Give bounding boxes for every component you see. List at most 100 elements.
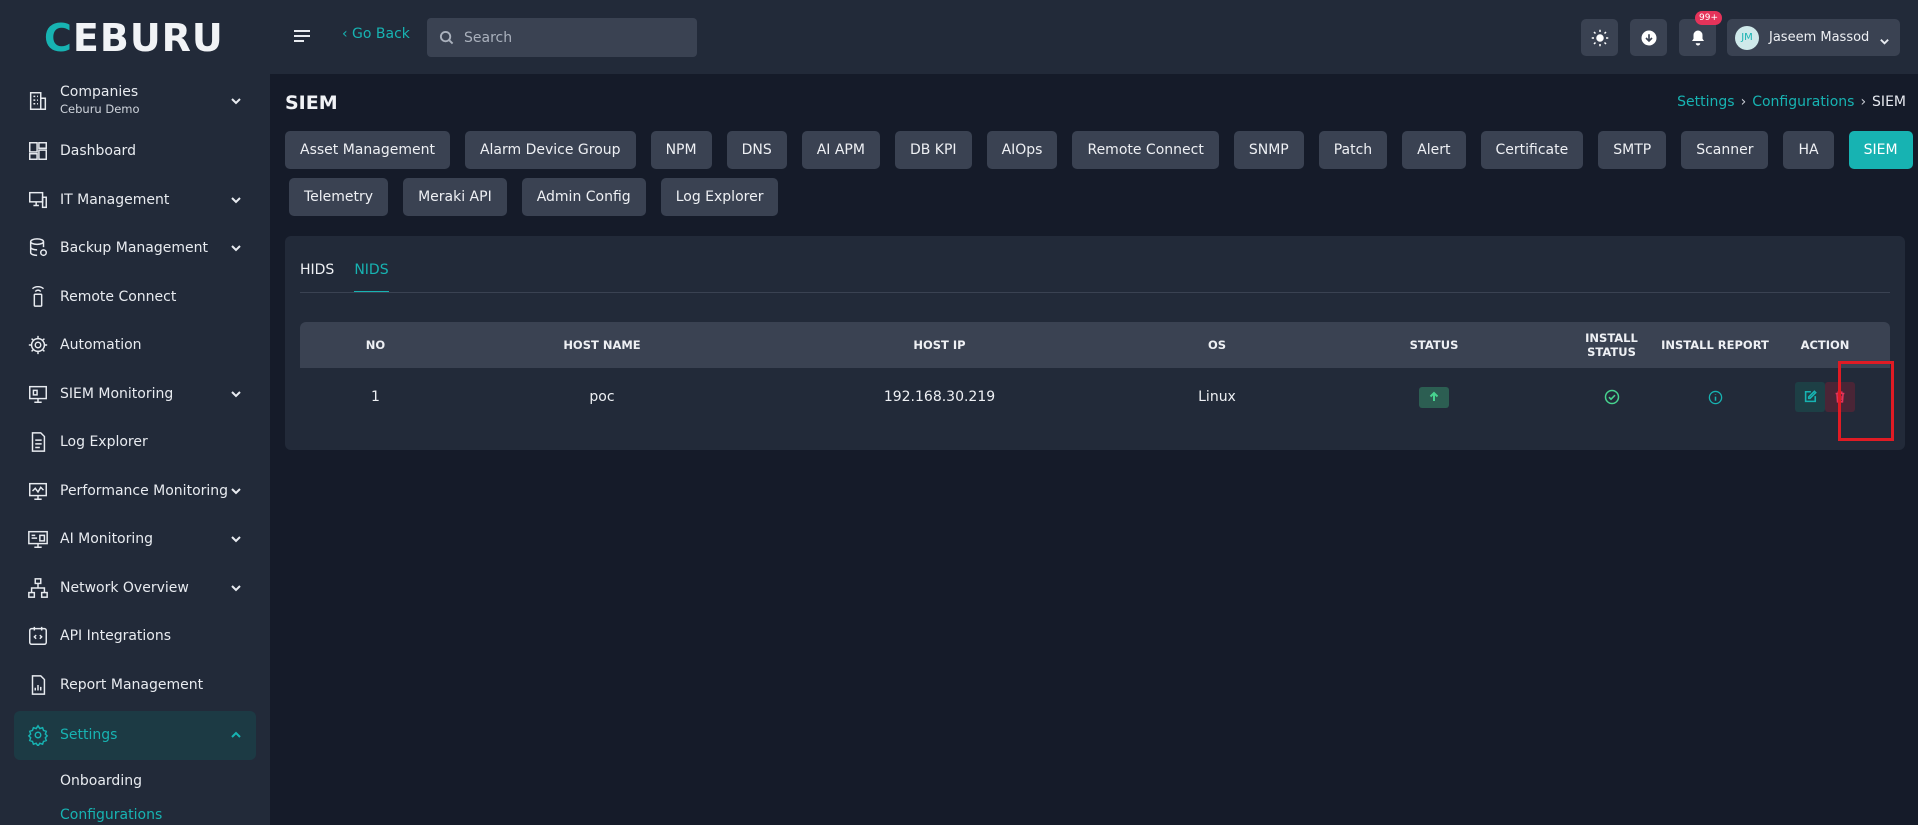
config-tabs-row-1: Asset Management Alarm Device Group NPM …: [285, 131, 1918, 169]
edit-icon: [1804, 390, 1817, 403]
sidebar-subitem-onboarding[interactable]: Onboarding: [60, 764, 256, 798]
sidebar-item-dashboard[interactable]: Dashboard: [14, 127, 256, 176]
chevron-down-icon: [230, 388, 242, 400]
search-input[interactable]: [464, 29, 674, 46]
menu-toggle-icon[interactable]: [292, 26, 312, 46]
col-host-ip[interactable]: HOST IP: [753, 338, 1126, 352]
nids-table: NO HOST NAME HOST IP OS STATUS INSTALL S…: [300, 322, 1890, 426]
sidebar-item-label: Remote Connect: [60, 288, 177, 305]
tab-db-kpi[interactable]: DB KPI: [894, 131, 972, 169]
tab-meraki-api[interactable]: Meraki API: [403, 178, 507, 216]
sidebar-item-log-explorer[interactable]: Log Explorer: [14, 418, 256, 467]
edit-button[interactable]: [1795, 382, 1825, 412]
chevron-down-icon: [230, 242, 242, 254]
cell-install-report: [1653, 390, 1777, 405]
sidebar-item-label: Companies: [60, 84, 139, 100]
search-icon: [439, 30, 454, 45]
tab-scanner[interactable]: Scanner: [1681, 131, 1769, 169]
tab-alert[interactable]: Alert: [1402, 131, 1466, 169]
tab-aiops[interactable]: AIOps: [986, 131, 1058, 169]
chevron-down-icon: [1879, 32, 1890, 45]
tab-ha[interactable]: HA: [1783, 131, 1834, 169]
sidebar-item-companies[interactable]: Companies Ceburu Demo: [14, 82, 256, 120]
col-status[interactable]: STATUS: [1308, 338, 1560, 352]
breadcrumb-current: SIEM: [1872, 94, 1906, 110]
status-up-badge[interactable]: [1419, 386, 1449, 408]
document-icon: [26, 430, 50, 454]
tab-snmp[interactable]: SNMP: [1233, 131, 1304, 169]
sidebar-item-report-management[interactable]: Report Management: [14, 661, 256, 710]
sidebar-item-label: Report Management: [60, 676, 204, 693]
monitor-icon: [26, 382, 50, 406]
sidebar-item-remote-connect[interactable]: Remote Connect: [14, 273, 256, 322]
sidebar-item-backup-management[interactable]: Backup Management: [14, 224, 256, 273]
sidebar-item-label: Backup Management: [60, 240, 208, 257]
table-row: 1 poc 192.168.30.219 Linux: [300, 368, 1890, 426]
breadcrumb-settings[interactable]: Settings: [1677, 94, 1734, 110]
download-button[interactable]: [1630, 19, 1667, 56]
cell-action: [1777, 382, 1873, 412]
sidebar-item-api-integrations[interactable]: API Integrations: [14, 612, 256, 661]
tab-certificate[interactable]: Certificate: [1480, 131, 1584, 169]
tab-remote-connect[interactable]: Remote Connect: [1072, 131, 1219, 169]
sidebar-item-label: API Integrations: [60, 628, 172, 645]
check-circle-icon: [1604, 389, 1619, 405]
col-host-name[interactable]: HOST NAME: [451, 338, 753, 352]
tab-siem[interactable]: SIEM: [1848, 131, 1913, 169]
settings-subnav: Onboarding Configurations: [14, 764, 256, 825]
sidebar-item-label: AI Monitoring: [60, 531, 154, 548]
database-icon: [26, 236, 50, 260]
breadcrumb-configurations[interactable]: Configurations: [1752, 94, 1854, 110]
chevron-down-icon: [230, 95, 242, 107]
cell-os: Linux: [1198, 389, 1236, 405]
ai-monitor-icon: [26, 527, 50, 551]
col-os[interactable]: OS: [1126, 338, 1308, 352]
sidebar-nav: Companies Ceburu Demo Dashboard IT Manag…: [14, 82, 256, 825]
info-icon[interactable]: [1708, 390, 1723, 405]
delete-button[interactable]: [1825, 382, 1855, 412]
subtab-hids[interactable]: HIDS: [300, 262, 334, 293]
cell-no: 1: [371, 389, 380, 405]
siem-card: HIDS NIDS NO HOST NAME HOST IP OS STATUS…: [285, 236, 1905, 450]
col-install-report[interactable]: INSTALL REPORT: [1653, 338, 1777, 352]
notifications-button[interactable]: 99+: [1679, 11, 1722, 56]
topbar: ‹ Go Back 99+ JM Jaseem Massod: [270, 0, 1918, 74]
user-menu[interactable]: JM Jaseem Massod: [1727, 19, 1900, 56]
subtab-nids[interactable]: NIDS: [354, 262, 389, 293]
sidebar-item-label: Dashboard: [60, 143, 136, 160]
tab-patch[interactable]: Patch: [1318, 131, 1388, 169]
chevron-down-icon: [230, 194, 242, 206]
user-name: Jaseem Massod: [1769, 30, 1870, 45]
tab-ai-apm[interactable]: AI APM: [801, 131, 880, 169]
tab-dns[interactable]: DNS: [726, 131, 787, 169]
gear-cycle-icon: [26, 333, 50, 357]
siem-subtabs: HIDS NIDS: [300, 262, 389, 293]
sidebar-item-it-management[interactable]: IT Management: [14, 176, 256, 225]
sidebar-item-siem-monitoring[interactable]: SIEM Monitoring: [14, 370, 256, 419]
cell-host-ip: 192.168.30.219: [883, 389, 996, 405]
sidebar-item-label: Performance Monitoring: [60, 482, 229, 499]
theme-toggle-button[interactable]: [1581, 19, 1618, 56]
api-icon: [26, 624, 50, 648]
chevron-down-icon: [230, 533, 242, 545]
tab-admin-config[interactable]: Admin Config: [521, 178, 646, 216]
trash-icon: [1835, 391, 1845, 403]
tab-asset-management[interactable]: Asset Management: [285, 131, 450, 169]
download-icon: [1641, 30, 1656, 45]
sidebar-item-performance-monitoring[interactable]: Performance Monitoring: [14, 467, 256, 516]
tab-alarm-device-group[interactable]: Alarm Device Group: [464, 131, 636, 169]
sidebar-item-ai-monitoring[interactable]: AI Monitoring: [14, 515, 256, 564]
sidebar-item-network-overview[interactable]: Network Overview: [14, 564, 256, 613]
tab-smtp[interactable]: SMTP: [1598, 131, 1667, 169]
tab-npm[interactable]: NPM: [650, 131, 712, 169]
col-install-status[interactable]: INSTALL STATUS: [1570, 331, 1653, 359]
sidebar-item-settings[interactable]: Settings: [14, 711, 256, 760]
tab-telemetry[interactable]: Telemetry: [289, 178, 389, 216]
ceburu-logo[interactable]: CEBURU: [44, 18, 224, 58]
tab-log-explorer[interactable]: Log Explorer: [660, 178, 779, 216]
go-back-link[interactable]: ‹ Go Back: [342, 26, 410, 42]
col-no[interactable]: NO: [300, 338, 451, 352]
sidebar-subitem-configurations[interactable]: Configurations: [60, 798, 256, 825]
sidebar-item-automation[interactable]: Automation: [14, 321, 256, 370]
sidebar-item-label: IT Management: [60, 191, 170, 208]
